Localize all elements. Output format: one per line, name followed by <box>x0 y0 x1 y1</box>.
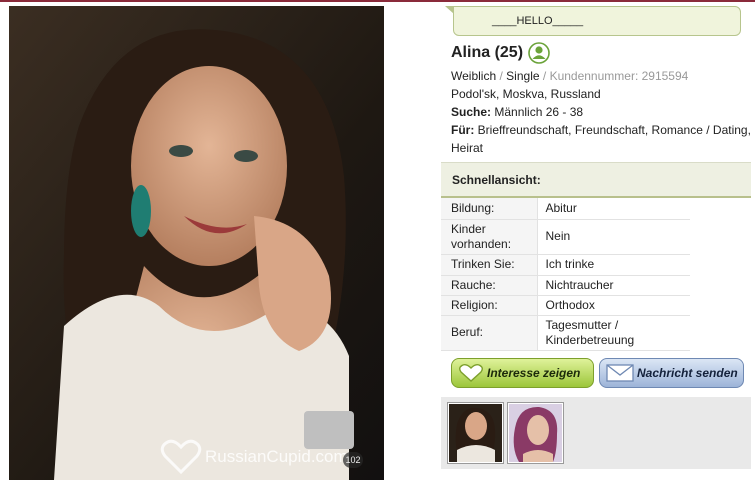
watermark-text: RussianCupid.com <box>205 447 348 466</box>
thumbnail-2[interactable] <box>507 402 564 464</box>
drinking-label: Trinken Sie: <box>441 254 538 276</box>
profile-looking-for: Für: Brieffreundschaft, Freundschaft, Ro… <box>451 121 751 157</box>
send-message-button[interactable]: Nachricht senden <box>599 358 744 388</box>
children-value: Nein <box>537 219 690 255</box>
occupation-value: Tagesmutter / Kinderbetreuung <box>537 315 690 351</box>
religion-label: Religion: <box>441 295 538 316</box>
table-row: Beruf: Tagesmutter / Kinderbetreuung <box>441 315 690 351</box>
thumbnail-1[interactable] <box>447 402 504 464</box>
relationship-status: Single <box>506 69 540 83</box>
send-message-label: Nachricht senden <box>637 366 738 380</box>
profile-location: Podol'sk, Moskva, Russland <box>451 87 601 101</box>
separator: / <box>542 69 547 83</box>
table-row: Kinder vorhanden: Nein <box>441 219 690 255</box>
looking-for-value: Brieffreundschaft, Freundschaft, Romance… <box>451 123 751 155</box>
education-value: Abitur <box>537 198 690 220</box>
watermark: RussianCupid.com <box>159 438 348 476</box>
photo-count-badge: 102 <box>343 452 363 468</box>
seeking-label: Suche: <box>451 105 492 119</box>
profile-name: Alina (25) <box>451 44 524 61</box>
education-label: Bildung: <box>441 198 538 220</box>
looking-for-label: Für: <box>451 123 475 137</box>
drinking-value: Ich trinke <box>537 254 690 276</box>
greeting-text: ____HELLO_____ <box>492 15 584 27</box>
table-row: Rauche: Nichtraucher <box>441 275 690 296</box>
profile-seeking: Suche: Männlich 26 - 38 <box>451 103 583 121</box>
main-profile-photo[interactable]: RussianCupid.com 102 <box>9 6 384 480</box>
religion-value: Orthodox <box>537 295 690 316</box>
greeting-bubble: ____HELLO_____ <box>453 6 741 36</box>
seeking-value: Männlich 26 - 38 <box>494 105 584 119</box>
smoking-value: Nichtraucher <box>537 275 690 296</box>
watermark-heart-icon <box>160 439 202 475</box>
person-icon <box>528 42 550 64</box>
top-divider <box>0 0 755 2</box>
quick-view-table: Bildung: Abitur Kinder vorhanden: Nein T… <box>441 198 690 351</box>
profile-basics: Weiblich / Single / Kundennummer: 291559… <box>451 67 688 85</box>
separator: / <box>499 69 503 83</box>
profile-header: Alina (25) <box>451 42 550 64</box>
heart-icon <box>459 363 483 382</box>
smoking-label: Rauche: <box>441 275 538 296</box>
member-id: Kundennummer: 2915594 <box>549 69 689 83</box>
show-interest-button[interactable]: Interesse zeigen <box>451 358 594 388</box>
quick-view-header: Schnellansicht: <box>441 162 751 198</box>
table-row: Trinken Sie: Ich trinke <box>441 254 690 276</box>
show-interest-label: Interesse zeigen <box>487 366 581 380</box>
children-label: Kinder vorhanden: <box>441 219 538 255</box>
table-row: Bildung: Abitur <box>441 198 690 220</box>
envelope-icon <box>606 364 634 382</box>
photo-thumbnail-strip <box>441 397 751 469</box>
gender: Weiblich <box>451 69 497 83</box>
occupation-label: Beruf: <box>441 315 538 351</box>
table-row: Religion: Orthodox <box>441 295 690 316</box>
